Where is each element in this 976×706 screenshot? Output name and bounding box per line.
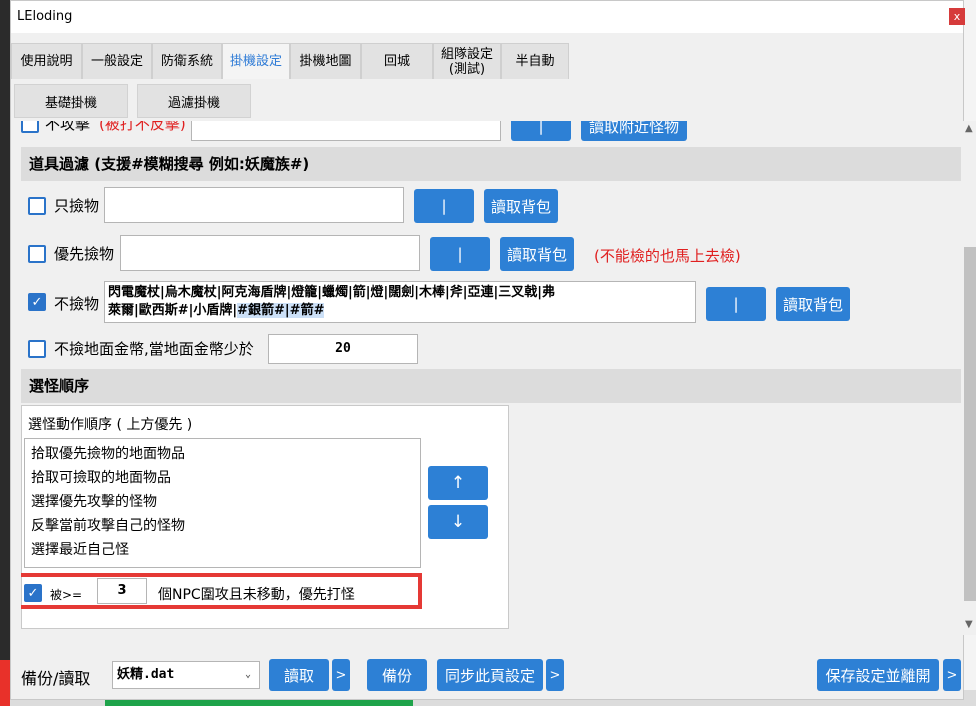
no-pickup-value-line2: 萊爾|歐西斯#|小盾牌|	[108, 303, 238, 318]
scroll-thumb[interactable]	[964, 247, 976, 601]
scroll-up-icon[interactable]: ▲	[965, 123, 973, 134]
sync-page-button[interactable]: 同步此頁設定	[437, 659, 543, 691]
backup-button[interactable]: 備份	[367, 659, 427, 691]
monster-order-list[interactable]: 拾取優先撿物的地面物品 拾取可撿取的地面物品 選擇優先攻擊的怪物 反擊當前攻擊自…	[24, 438, 421, 568]
skip-gold-amount-input[interactable]: 20	[268, 334, 418, 364]
no-pickup-separator-button[interactable]: |	[706, 287, 766, 321]
subtab-filter[interactable]: 過濾掛機	[137, 84, 251, 118]
no-attack-note: (被打不反擊)	[99, 121, 186, 133]
only-pickup-checkbox[interactable]	[28, 197, 46, 215]
no-pickup-label: 不撿物	[54, 295, 100, 313]
no-pickup-value-selected: #銀箭#|#箭#	[237, 303, 325, 318]
no-attack-label: 不攻擊	[45, 121, 91, 133]
priority-pickup-checkbox[interactable]	[28, 245, 46, 263]
settings-panel: 不攻擊 (被打不反擊) | 讀取附近怪物 道具過濾 (支援#模糊搜尋 例如:妖魔…	[21, 121, 961, 635]
no-attack-checkbox[interactable]	[21, 121, 39, 133]
item-filter-heading: 道具過濾 (支援#模糊搜尋 例如:妖魔族#)	[21, 147, 961, 181]
desktop-background-left	[0, 0, 10, 706]
priority-pickup-read-bag-button[interactable]: 讀取背包	[500, 237, 574, 271]
sync-more-button[interactable]: >	[546, 659, 564, 691]
list-item[interactable]: 反擊當前攻擊自己的怪物	[31, 515, 185, 535]
window-title: LEloding	[17, 9, 73, 24]
no-pickup-checkbox[interactable]: ✓	[28, 293, 46, 311]
monster-order-heading: 選怪順序	[21, 369, 961, 403]
only-pickup-separator-button[interactable]: |	[414, 189, 474, 223]
no-pickup-value-line1: 閃電魔杖|烏木魔杖|阿克海盾牌|燈籠|蠟燭|箭|燈|闊劍|木棒|斧|亞連|三叉戟…	[108, 285, 555, 300]
npc-count-input[interactable]: 3	[97, 578, 147, 604]
only-pickup-label: 只撿物	[54, 197, 100, 215]
desktop-red-strip	[0, 660, 10, 706]
chevron-down-icon: ⌄	[245, 669, 252, 680]
monster-order-group: 選怪動作順序 ( 上方優先 ) 拾取優先撿物的地面物品 拾取可撿取的地面物品 選…	[21, 405, 509, 629]
priority-pickup-note: (不能檢的也馬上去檢)	[594, 247, 741, 265]
bottom-toolbar: 備份/讀取 妖精.dat ⌄ 讀取 > 備份 同步此頁設定 > 保存設定並離開 …	[11, 647, 963, 699]
tab-semi-auto[interactable]: 半自動	[501, 43, 569, 79]
skip-gold-label: 不撿地面金幣,當地面金幣少於	[54, 340, 254, 358]
list-item[interactable]: 拾取優先撿物的地面物品	[31, 443, 185, 463]
no-pickup-value-line2-wrap: 萊爾|歐西斯#|小盾牌|#銀箭#|#箭#	[108, 302, 692, 320]
title-bar: LEloding x	[11, 1, 965, 33]
backup-file-value: 妖精.dat	[117, 667, 175, 682]
read-button[interactable]: 讀取	[269, 659, 329, 691]
read-more-button[interactable]: >	[332, 659, 350, 691]
tab-afk-settings[interactable]: 掛機設定	[222, 43, 290, 79]
no-pickup-input[interactable]: 閃電魔杖|烏木魔杖|阿克海盾牌|燈籠|蠟燭|箭|燈|闊劍|木棒|斧|亞連|三叉戟…	[104, 281, 696, 323]
only-pickup-input[interactable]	[104, 187, 404, 223]
tab-general[interactable]: 一般設定	[82, 43, 152, 79]
skip-gold-checkbox[interactable]	[28, 340, 46, 358]
save-more-button[interactable]: >	[943, 659, 961, 691]
app-window: LEloding x 使用說明 一般設定 防衛系統 掛機設定 掛機地圖 回城 組…	[10, 0, 976, 700]
close-button[interactable]: x	[949, 8, 965, 25]
list-item[interactable]: 拾取可撿取的地面物品	[31, 467, 171, 487]
save-and-exit-button[interactable]: 保存設定並離開	[817, 659, 939, 691]
priority-pickup-label: 優先撿物	[54, 245, 115, 263]
scroll-down-icon[interactable]: ▼	[965, 619, 973, 630]
npc-rule-prefix: 被>=	[50, 588, 83, 602]
read-nearby-monsters-button[interactable]: 讀取附近怪物	[581, 121, 687, 141]
move-up-button[interactable]: ↑	[428, 466, 488, 500]
tab-party[interactable]: 組隊設定 (測試)	[433, 43, 501, 79]
backup-read-label: 備份/讀取	[21, 669, 91, 688]
list-item[interactable]: 選擇優先攻擊的怪物	[31, 491, 157, 511]
monster-order-group-title: 選怪動作順序 ( 上方優先 )	[28, 417, 193, 433]
tab-afk-map[interactable]: 掛機地圖	[290, 43, 361, 79]
npc-rule-checkbox[interactable]: ✓	[24, 584, 42, 602]
tab-return-town[interactable]: 回城	[361, 43, 433, 79]
tab-usage[interactable]: 使用說明	[11, 43, 82, 79]
priority-pickup-input[interactable]	[120, 235, 420, 271]
priority-pickup-separator-button[interactable]: |	[430, 237, 490, 271]
backup-file-select[interactable]: 妖精.dat ⌄	[112, 661, 260, 689]
only-pickup-read-bag-button[interactable]: 讀取背包	[484, 189, 558, 223]
list-item[interactable]: 選擇最近自己怪	[31, 539, 129, 559]
no-attack-separator-button[interactable]: |	[511, 121, 571, 141]
npc-rule-text: 個NPC圍攻且未移動，優先打怪	[158, 587, 355, 603]
no-attack-input[interactable]	[191, 121, 501, 141]
subtab-basic[interactable]: 基礎掛機	[14, 84, 128, 118]
tab-defense[interactable]: 防衛系統	[152, 43, 222, 79]
no-pickup-read-bag-button[interactable]: 讀取背包	[776, 287, 850, 321]
move-down-button[interactable]: ↓	[428, 505, 488, 539]
